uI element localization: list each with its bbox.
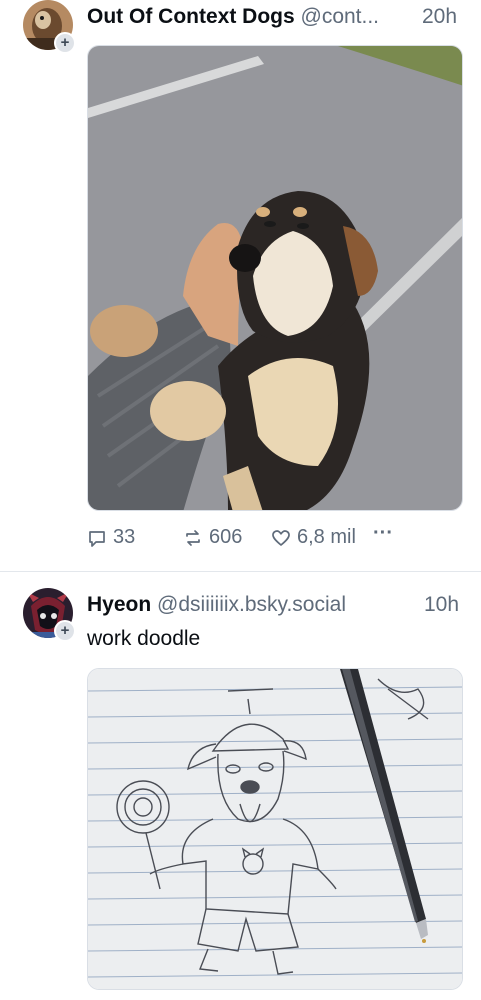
more-options-button[interactable]: ···	[373, 522, 393, 545]
more-dots-icon: ···	[373, 522, 393, 544]
post-image[interactable]	[87, 668, 463, 990]
follow-plus-icon[interactable]: +	[54, 32, 76, 54]
repost-icon	[186, 529, 200, 546]
author-display-name[interactable]: Hyeon	[87, 593, 151, 616]
post-hyeon[interactable]: + Hyeon @dsiiiiiix.bsky.social 10h work …	[0, 572, 481, 1000]
post-header: Out Of Context Dogs @cont...	[87, 4, 379, 30]
post-image[interactable]	[87, 45, 463, 511]
author-handle[interactable]: @cont...	[301, 5, 380, 28]
like-button[interactable]: 6,8 mil	[271, 526, 356, 549]
post-header: Hyeon @dsiiiiiix.bsky.social	[87, 592, 346, 618]
reply-count: 33	[113, 526, 136, 548]
author-display-name[interactable]: Out Of Context Dogs	[87, 5, 295, 28]
post-out-of-context-dogs[interactable]: + Out Of Context Dogs @cont... 20h 33 60…	[0, 0, 481, 571]
repost-count: 606	[209, 526, 243, 548]
repost-button[interactable]: 606	[183, 526, 242, 549]
post-timestamp[interactable]: 10h	[424, 592, 459, 618]
reply-button[interactable]: 33	[87, 526, 135, 549]
follow-plus-icon[interactable]: +	[54, 620, 76, 642]
post-timestamp[interactable]: 20h	[422, 4, 457, 30]
post-text: work doodle	[87, 627, 201, 650]
like-count: 6,8 mil	[297, 526, 356, 548]
author-handle[interactable]: @dsiiiiiix.bsky.social	[157, 593, 346, 616]
heart-icon	[272, 529, 290, 546]
post-actions-bar: 33 606 6,8 mil ···	[87, 522, 463, 554]
reply-bubble-icon	[89, 530, 105, 547]
